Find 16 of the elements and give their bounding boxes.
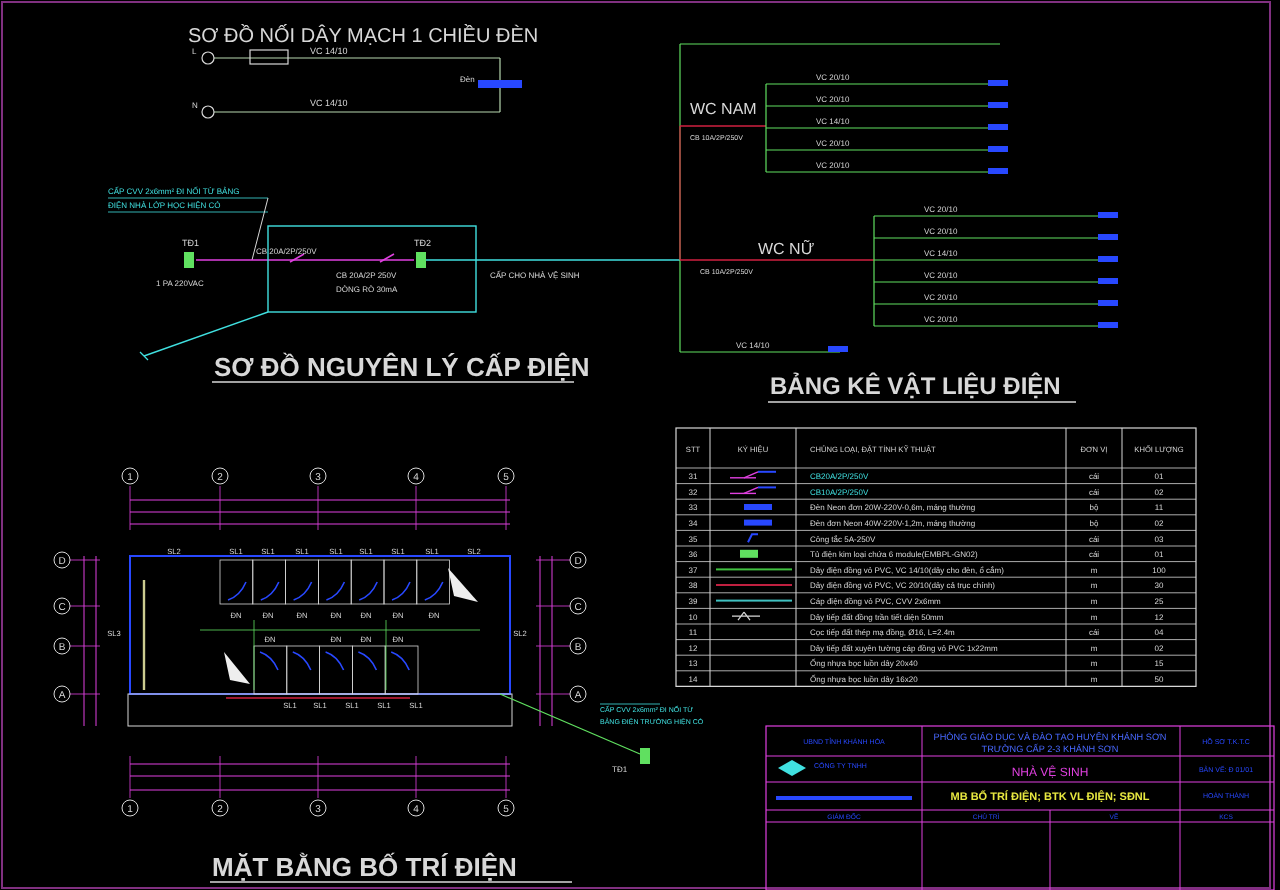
lamp-icon [744,504,772,510]
panel-icon [416,252,426,268]
group-label: WC NAM [690,100,757,118]
diagram-title: SƠ ĐỒ NỐI DÂY MẠCH 1 CHIỀU ĐÈN [188,26,539,48]
panel-icon [640,748,650,764]
table-title: BẢNG KÊ VẬT LIỆU ĐIỆN [770,372,1061,400]
panel-icon [184,252,194,268]
company-logo-icon [778,760,806,776]
group-label: WC NỮ [758,240,815,258]
lamp-icon [744,519,772,526]
diagram-title: SƠ ĐỒ NGUYÊN LÝ CẤP ĐIỆN [214,352,590,382]
breaker-icon [729,470,777,479]
switch-icon [747,533,759,544]
breaker-icon [729,486,777,495]
panel-icon [740,549,758,558]
drawing-title: MẶT BẰNG BỐ TRÍ ĐIỆN [212,852,517,882]
